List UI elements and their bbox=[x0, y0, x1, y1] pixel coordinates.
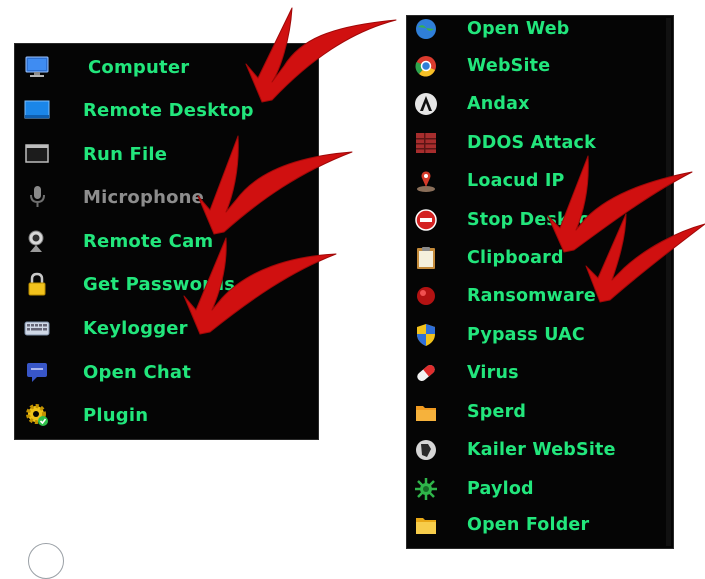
partial-circle-icon bbox=[28, 543, 64, 579]
computer-monitor-icon bbox=[24, 54, 50, 80]
menu-item-get-passwords[interactable]: Get Passwords bbox=[15, 265, 318, 303]
uac-shield-icon bbox=[413, 322, 439, 348]
menu-item-label: Keylogger bbox=[83, 317, 188, 339]
menu-scrollbar[interactable] bbox=[666, 18, 671, 546]
menu-item-label: Get Passwords bbox=[83, 273, 236, 295]
menu-item-label: Computer bbox=[88, 56, 190, 78]
payload-icon bbox=[413, 476, 439, 502]
right-context-menu: Open Web WebSite Andax DDOS Attack Loacu… bbox=[406, 15, 674, 549]
menu-item-plugin[interactable]: Plugin bbox=[15, 396, 318, 434]
menu-item-label: Pypass UAC bbox=[467, 325, 585, 345]
padlock-icon bbox=[24, 271, 50, 297]
menu-item-run-file[interactable]: Run File bbox=[15, 135, 318, 173]
menu-item-label: Run File bbox=[83, 143, 168, 165]
menu-item-website[interactable]: WebSite bbox=[407, 47, 673, 85]
menu-item-andax[interactable]: Andax bbox=[407, 85, 673, 123]
chrome-icon bbox=[413, 53, 439, 79]
menu-item-label: Remote Desktop bbox=[83, 99, 254, 121]
pill-icon bbox=[413, 360, 439, 386]
menu-item-open-web[interactable]: Open Web bbox=[407, 10, 673, 48]
kailer-icon bbox=[413, 437, 439, 463]
menu-item-label: Microphone bbox=[83, 186, 205, 208]
run-file-icon bbox=[24, 141, 50, 167]
menu-item-label: Plugin bbox=[83, 404, 149, 426]
menu-item-paylod[interactable]: Paylod bbox=[407, 470, 673, 508]
menu-item-label: Remote Cam bbox=[83, 230, 214, 252]
spread-folder-icon bbox=[413, 399, 439, 425]
menu-item-label: Open Folder bbox=[467, 515, 590, 535]
stop-desktop-icon bbox=[413, 207, 439, 233]
ddos-icon bbox=[413, 130, 439, 156]
menu-item-label: WebSite bbox=[467, 56, 551, 76]
folder-icon bbox=[413, 512, 439, 538]
menu-item-label: Loacud IP bbox=[467, 171, 565, 191]
menu-item-computer[interactable]: Computer bbox=[15, 48, 318, 86]
menu-item-remote-desktop[interactable]: Remote Desktop bbox=[15, 91, 318, 129]
menu-item-keylogger[interactable]: Keylogger bbox=[15, 309, 318, 347]
gear-plugin-icon bbox=[24, 402, 50, 428]
andax-icon bbox=[413, 91, 439, 117]
left-context-menu: Computer Remote Desktop Run File Microph… bbox=[14, 43, 319, 440]
globe-icon bbox=[413, 16, 439, 42]
menu-item-stop-desktop[interactable]: Stop DeskTop bbox=[407, 201, 673, 239]
keyboard-icon bbox=[24, 315, 50, 341]
menu-item-label: Paylod bbox=[467, 479, 534, 499]
menu-item-open-chat[interactable]: Open Chat bbox=[15, 353, 318, 391]
microphone-icon bbox=[24, 184, 50, 210]
menu-item-microphone[interactable]: Microphone bbox=[15, 178, 318, 216]
menu-item-clipboard[interactable]: Clipboard bbox=[407, 239, 673, 277]
menu-item-ransomware[interactable]: Ransomware bbox=[407, 277, 673, 315]
menu-item-label: Clipboard bbox=[467, 248, 564, 268]
menu-item-virus[interactable]: Virus bbox=[407, 354, 673, 392]
menu-item-label: Andax bbox=[467, 94, 530, 114]
menu-item-label: Stop DeskTop bbox=[467, 210, 604, 230]
menu-item-loacud-ip[interactable]: Loacud IP bbox=[407, 162, 673, 200]
menu-item-label: Kailer WebSite bbox=[467, 440, 616, 460]
menu-item-label: Open Chat bbox=[83, 361, 192, 383]
remote-desktop-icon bbox=[24, 97, 50, 123]
menu-item-kailer-website[interactable]: Kailer WebSite bbox=[407, 431, 673, 469]
menu-item-pypass-uac[interactable]: Pypass UAC bbox=[407, 316, 673, 354]
menu-item-open-folder[interactable]: Open Folder bbox=[407, 506, 673, 544]
clipboard-icon bbox=[413, 245, 439, 271]
menu-item-sperd[interactable]: Sperd bbox=[407, 393, 673, 431]
menu-item-label: Sperd bbox=[467, 402, 527, 422]
location-pin-icon bbox=[413, 168, 439, 194]
menu-item-label: Open Web bbox=[467, 19, 570, 39]
menu-item-label: Ransomware bbox=[467, 286, 596, 306]
chat-icon bbox=[24, 359, 50, 385]
menu-item-remote-cam[interactable]: Remote Cam bbox=[15, 222, 318, 260]
menu-item-label: DDOS Attack bbox=[467, 133, 596, 153]
menu-item-ddos-attack[interactable]: DDOS Attack bbox=[407, 124, 673, 162]
menu-item-label: Virus bbox=[467, 363, 519, 383]
ransomware-icon bbox=[413, 283, 439, 309]
webcam-icon bbox=[24, 228, 50, 254]
